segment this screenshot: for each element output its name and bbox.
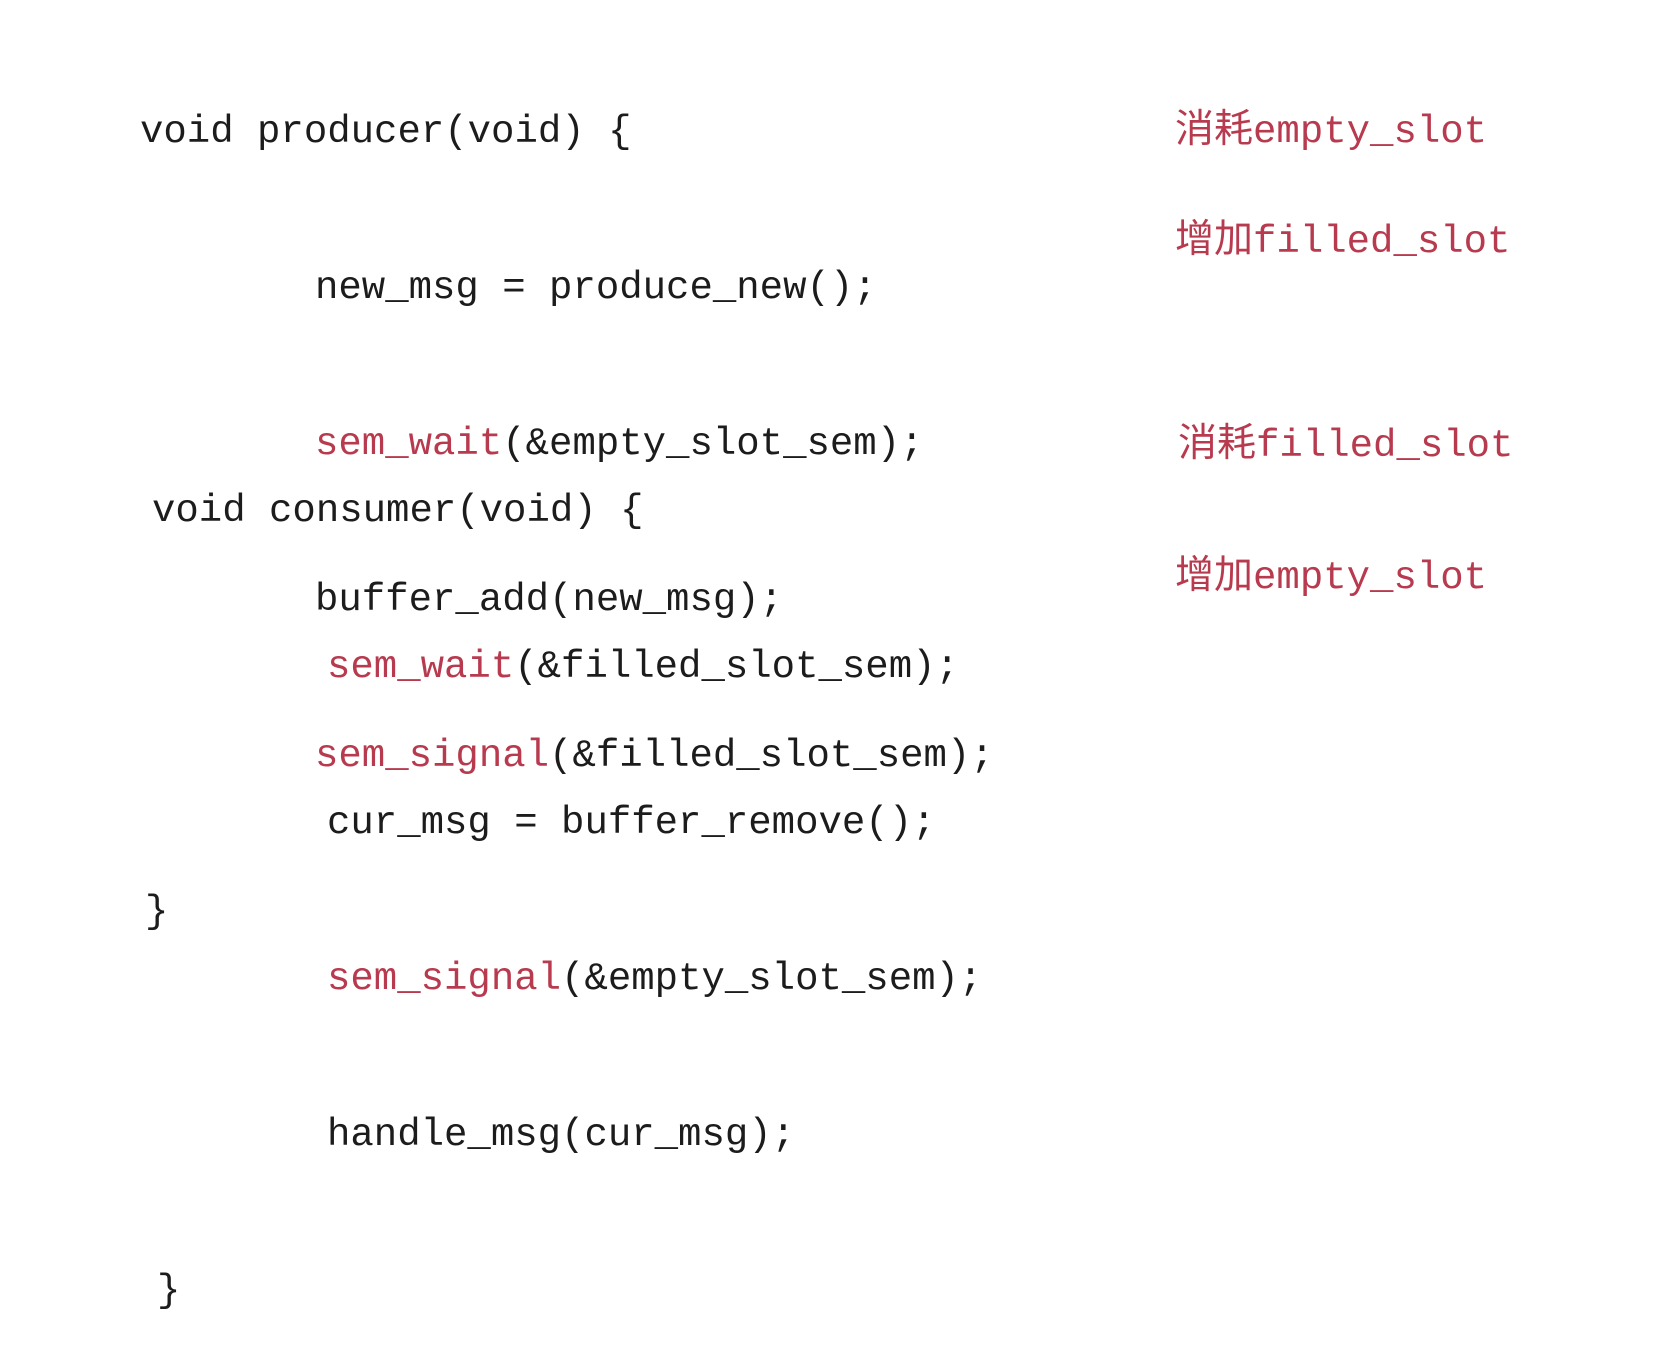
producer-line-produce: new_msg = produce_new(); (315, 266, 877, 310)
consumer-header: void consumer(void) { (152, 489, 644, 533)
annotation-add-filled-slot: 增加filled_slot (1175, 217, 1511, 264)
annotation-add-empty-slot: 增加empty_slot (1175, 553, 1488, 600)
sem-wait-keyword: sem_wait (327, 645, 515, 689)
consumer-line-buffer-remove: cur_msg = buffer_remove(); (327, 801, 936, 845)
consumer-line-sem-signal: sem_signal(&empty_slot_sem); (327, 957, 983, 1001)
consumer-close-brace: } (157, 1269, 181, 1313)
consumer-line-handle-msg: handle_msg(cur_msg); (327, 1113, 796, 1157)
annotation-consume-empty-slot: 消耗empty_slot (1175, 107, 1488, 154)
consumer-line-sem-wait: sem_wait(&filled_slot_sem); (327, 645, 959, 689)
consumer-code-block: void consumer(void) { sem_wait(&filled_s… (152, 381, 982, 1369)
sem-signal-keyword: sem_signal (327, 957, 562, 1001)
annotation-consume-filled-slot: 消耗filled_slot (1178, 421, 1514, 468)
producer-header: void producer(void) { (140, 110, 632, 154)
